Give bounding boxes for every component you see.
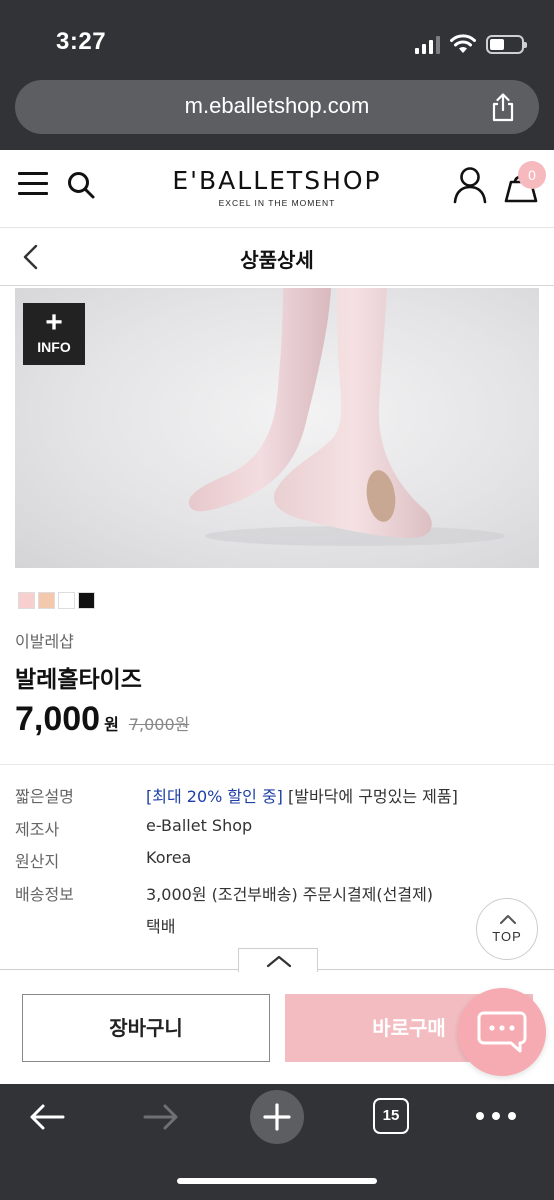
product-photo-tights (188, 288, 505, 546)
section-divider (0, 764, 554, 765)
info-badge-label: INFO (37, 339, 71, 355)
swatch-black[interactable] (78, 592, 95, 609)
product-price: 7,000 (15, 700, 101, 738)
short-desc-text: [발바닥에 구멍있는 제품] (282, 787, 458, 806)
info-row-short-desc: 짧은설명 [최대 20% 할인 중] [발바닥에 구멍있는 제품] (15, 783, 535, 816)
browser-top-bar: 3:27 m.eballetshop.com (0, 0, 554, 150)
site-header: E'BALLETSHOP EXCEL IN THE MOMENT (0, 150, 554, 228)
chat-bubble-icon (477, 1011, 527, 1053)
address-bar[interactable]: m.eballetshop.com (15, 80, 539, 134)
info-row-shipping-method: 택배 (15, 913, 535, 946)
page-title-bar: 상품상세 (0, 228, 554, 286)
info-value: 3,000원 (조건부배송) 주문시결제(선결제) (146, 884, 434, 904)
info-label: 원산지 (15, 852, 60, 871)
product-info-table: 짧은설명 [최대 20% 할인 중] [발바닥에 구멍있는 제품] 제조사 e-… (15, 783, 535, 946)
product-image[interactable] (15, 288, 539, 568)
user-icon[interactable] (452, 166, 488, 204)
chevron-up-icon (500, 915, 516, 924)
chat-button[interactable] (458, 988, 546, 1076)
original-price: 7,000원 (128, 715, 190, 734)
info-label: 배송정보 (15, 884, 74, 904)
swatch-peach[interactable] (38, 592, 55, 609)
plus-icon (263, 1103, 291, 1131)
product-name: 발레홀타이즈 (15, 667, 142, 693)
info-row-shipping: 배송정보 3,000원 (조건부배송) 주문시결제(선결제) (15, 881, 535, 914)
page-title: 상품상세 (240, 248, 314, 272)
logo-text: E'BALLETSHOP (172, 166, 382, 195)
price-row: 7,000 원 7,000원 (15, 700, 189, 739)
info-row-origin: 원산지 Korea (15, 848, 535, 881)
back-arrow-icon[interactable] (28, 1102, 66, 1132)
battery-icon (486, 35, 527, 54)
add-to-cart-button[interactable]: 장바구니 (22, 994, 270, 1062)
swatch-white[interactable] (58, 592, 75, 609)
plus-icon: + (45, 306, 63, 339)
more-options-icon[interactable] (476, 1112, 516, 1122)
status-icons (415, 32, 527, 54)
info-value: [최대 20% 할인 중] [발바닥에 구멍있는 제품] (146, 783, 458, 816)
site-logo[interactable]: E'BALLETSHOP EXCEL IN THE MOMENT (150, 166, 404, 208)
info-value: 택배 (146, 917, 176, 936)
color-swatches (18, 592, 95, 609)
search-icon[interactable] (66, 170, 96, 200)
cellular-signal-icon (415, 36, 440, 54)
sheet-toggle-tab[interactable] (238, 948, 318, 972)
info-label: 제조사 (15, 819, 60, 839)
status-time: 3:27 (56, 28, 107, 55)
tabs-button[interactable]: 15 (373, 1098, 409, 1134)
scroll-top-button[interactable]: TOP (476, 898, 538, 960)
forward-arrow-icon[interactable] (142, 1102, 180, 1132)
info-value: e-Ballet Shop (146, 815, 253, 835)
share-icon[interactable] (489, 92, 517, 122)
logo-tagline: EXCEL IN THE MOMENT (218, 198, 336, 208)
home-indicator (177, 1178, 377, 1184)
cart-count-badge: 0 (518, 161, 546, 189)
url-text: m.eballetshop.com (184, 93, 370, 118)
info-label: 짧은설명 (15, 787, 74, 806)
chevron-up-icon (266, 955, 292, 968)
discount-highlight: [최대 20% 할인 중] (146, 787, 283, 806)
menu-icon[interactable] (18, 172, 48, 196)
info-label (15, 913, 146, 946)
swatch-pink[interactable] (18, 592, 35, 609)
wifi-icon (450, 34, 476, 53)
price-unit: 원 (104, 715, 119, 734)
info-value: Korea (146, 848, 192, 867)
info-badge[interactable]: + INFO (23, 303, 85, 365)
new-tab-button[interactable] (250, 1090, 304, 1144)
top-button-label: TOP (492, 929, 522, 944)
info-row-manufacturer: 제조사 e-Ballet Shop (15, 816, 535, 849)
product-brand: 이발레샵 (15, 632, 74, 651)
